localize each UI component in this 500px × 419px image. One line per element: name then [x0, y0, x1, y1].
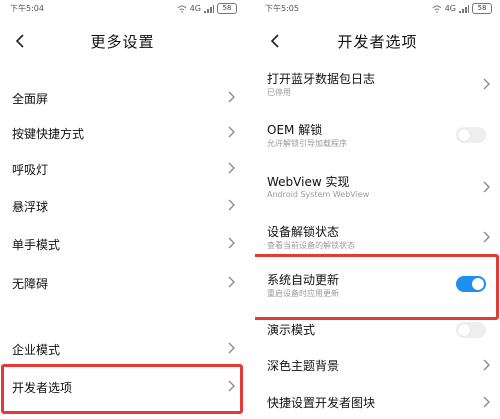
list-item-accessibility[interactable]: 无障碍 — [0, 269, 245, 295]
list-item-label: 深色主题背景 — [267, 359, 340, 373]
list-item-label: 开发者选项 — [12, 381, 73, 395]
status-bar: 下午5:05 4G 58 — [265, 3, 492, 17]
list-item-sublabel: 查看当前设备的解锁状态 — [267, 241, 355, 250]
list-item-floating-ball[interactable]: 悬浮球 — [0, 192, 245, 218]
list-item-sublabel: 已停用 — [267, 88, 291, 97]
wifi-icon — [432, 5, 442, 13]
list-item-key-shortcuts[interactable]: 按键快捷方式 — [0, 119, 245, 145]
demo-mode-toggle[interactable] — [456, 322, 486, 338]
page-title: 开发者选项 — [337, 33, 418, 51]
chevron-right-icon — [483, 359, 490, 371]
list-item-label: 按键快捷方式 — [12, 127, 85, 141]
chevron-right-icon — [228, 91, 235, 103]
header: 更多设置 — [0, 28, 245, 54]
list-item-sublabel: 重启设备时应用更新 — [267, 289, 339, 298]
list-item-label: OEM 解锁 — [267, 123, 323, 137]
list-item-auto-system-update: 系统自动更新 重启设备时应用更新 — [255, 268, 500, 304]
right-screen: 下午5:05 4G 58 开发者选项 打开蓝牙数据包日志 已停用 OEM 解锁 … — [255, 0, 500, 419]
auto-system-update-toggle[interactable] — [456, 276, 486, 292]
list-item-one-hand-mode[interactable]: 单手模式 — [0, 230, 245, 256]
chevron-right-icon — [483, 78, 490, 90]
status-bar: 下午5:04 4G 58 — [10, 3, 237, 17]
page-title: 更多设置 — [90, 33, 155, 51]
chevron-right-icon — [483, 231, 490, 243]
list-item-label: 单手模式 — [12, 238, 61, 252]
screen-divider — [245, 0, 255, 419]
chevron-right-icon — [228, 126, 235, 138]
list-item-label: 企业模式 — [12, 343, 61, 357]
list-item-sublabel: 允许解锁引导加载程序 — [267, 139, 347, 148]
list-item-sublabel: Android System WebView — [267, 190, 370, 199]
chevron-right-icon — [228, 276, 235, 288]
list-item-label: 快捷设置开发者图块 — [267, 396, 376, 410]
left-screen: 下午5:04 4G 58 更多设置 全面屏 按键快捷方式 呼吸灯 悬浮球 单手模… — [0, 0, 245, 419]
list-item-label: 打开蓝牙数据包日志 — [267, 72, 376, 86]
list-item-label: 演示模式 — [267, 323, 316, 337]
chevron-right-icon — [228, 162, 235, 174]
list-item-enterprise-mode[interactable]: 企业模式 — [0, 335, 245, 361]
list-item-dark-theme[interactable]: 深色主题背景 — [255, 354, 500, 376]
list-item-label: 悬浮球 — [12, 200, 49, 214]
list-item-label: 设备解锁状态 — [267, 225, 340, 239]
status-time: 下午5:05 — [265, 4, 299, 13]
chevron-right-icon — [228, 199, 235, 211]
signal-icon — [204, 4, 214, 13]
list-item-bluetooth-hci-log[interactable]: 打开蓝牙数据包日志 已停用 — [255, 66, 500, 102]
list-item-label: 无障碍 — [12, 277, 49, 291]
list-item-quick-settings-dev-tiles[interactable]: 快捷设置开发者图块 — [255, 391, 500, 413]
battery-icon: 58 — [472, 3, 492, 14]
battery-icon: 58 — [217, 3, 237, 14]
list-item-label: 全面屏 — [12, 92, 49, 106]
signal-icon — [459, 4, 469, 13]
list-item-developer-options[interactable]: 开发者选项 — [0, 372, 245, 400]
chevron-right-icon — [228, 237, 235, 249]
chevron-right-icon — [483, 181, 490, 193]
list-item-breathing-light[interactable]: 呼吸灯 — [0, 155, 245, 181]
network-type: 4G — [189, 4, 201, 13]
chevron-right-icon — [228, 342, 235, 354]
header: 开发者选项 — [255, 28, 500, 54]
oem-unlock-toggle[interactable] — [456, 127, 486, 143]
list-item-label: WebView 实现 — [267, 175, 350, 189]
list-item-label: 呼吸灯 — [12, 163, 49, 177]
wifi-icon — [177, 5, 187, 13]
chevron-right-icon — [228, 380, 235, 392]
list-item-device-unlock-status[interactable]: 设备解锁状态 查看当前设备的解锁状态 — [255, 219, 500, 255]
list-item-full-screen[interactable]: 全面屏 — [0, 84, 245, 110]
list-item-label: 系统自动更新 — [267, 273, 340, 287]
list-item-oem-unlock: OEM 解锁 允许解锁引导加载程序 — [255, 117, 500, 153]
network-type: 4G — [444, 4, 456, 13]
list-item-webview-implementation[interactable]: WebView 实现 Android System WebView — [255, 169, 500, 205]
status-icons: 4G 58 — [432, 3, 492, 14]
status-time: 下午5:04 — [10, 4, 44, 13]
status-icons: 4G 58 — [177, 3, 237, 14]
chevron-right-icon — [483, 396, 490, 408]
list-item-demo-mode: 演示模式 — [255, 319, 500, 341]
